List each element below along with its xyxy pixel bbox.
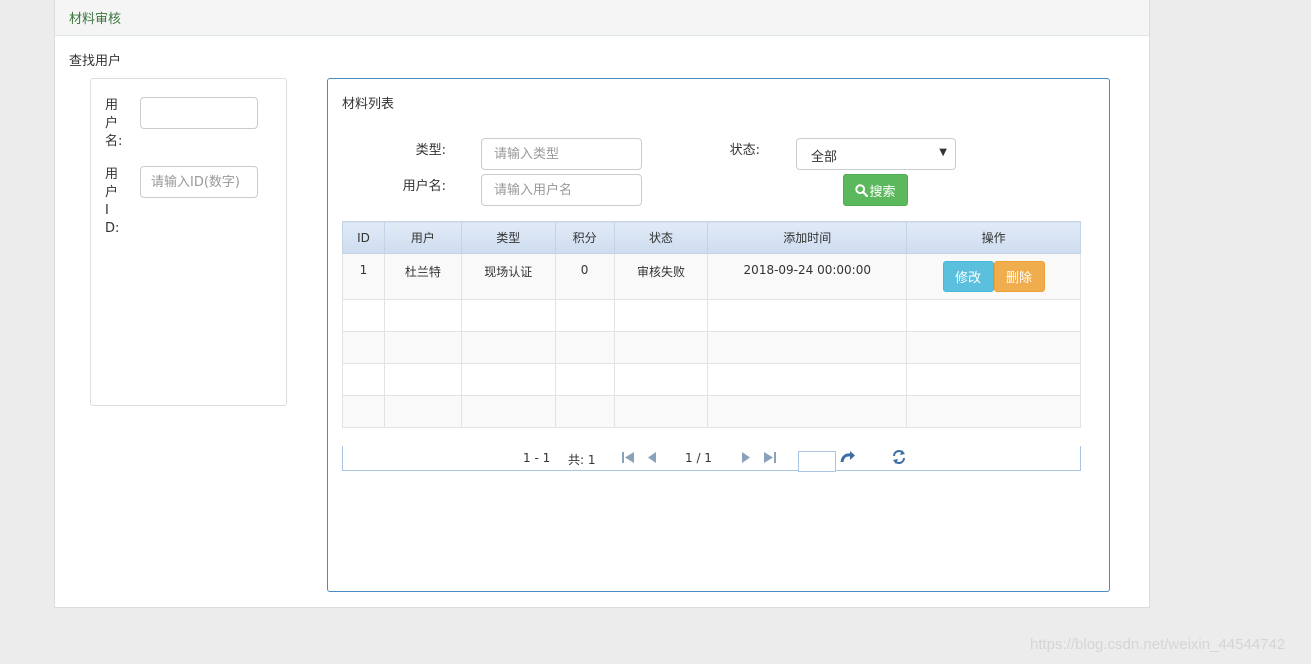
pager: 1 - 1 共: 1 1 / 1 bbox=[342, 446, 1081, 472]
go-page-icon[interactable] bbox=[840, 450, 856, 465]
user-input[interactable] bbox=[481, 174, 642, 206]
cell-id: 1 bbox=[342, 253, 385, 300]
userid-label: 用户ID: bbox=[105, 167, 120, 236]
col-header-time[interactable]: 添加时间 bbox=[707, 221, 908, 254]
username-input[interactable] bbox=[140, 97, 258, 129]
pager-total: 共: 1 bbox=[568, 453, 596, 467]
status-select-value: 全部 bbox=[811, 150, 838, 165]
search-icon bbox=[855, 183, 869, 197]
pager-range: 1 - 1 bbox=[523, 451, 551, 465]
prev-page-icon[interactable] bbox=[647, 451, 657, 464]
table-row[interactable]: 1 杜兰特 现场认证 0 审核失败 2018-09-24 00:00:00 修改… bbox=[342, 253, 1081, 300]
col-header-user[interactable]: 用户 bbox=[383, 221, 462, 254]
delete-button[interactable]: 删除 bbox=[993, 261, 1045, 292]
userid-input[interactable] bbox=[140, 166, 258, 198]
refresh-icon[interactable] bbox=[891, 449, 907, 465]
empty-row bbox=[342, 363, 1081, 396]
last-page-icon[interactable] bbox=[763, 451, 777, 464]
status-label: 状态: bbox=[729, 143, 760, 158]
status-select[interactable]: 全部 ▼ bbox=[796, 138, 956, 170]
type-input[interactable] bbox=[481, 138, 642, 170]
cell-status: 审核失败 bbox=[613, 253, 709, 300]
col-header-status[interactable]: 状态 bbox=[613, 221, 709, 254]
type-label: 类型: bbox=[415, 143, 446, 158]
col-header-actions[interactable]: 操作 bbox=[906, 221, 1081, 254]
pager-page: 1 / 1 bbox=[685, 451, 712, 465]
edit-button[interactable]: 修改 bbox=[942, 261, 994, 292]
search-button[interactable]: 搜索 bbox=[843, 174, 908, 206]
col-header-type[interactable]: 类型 bbox=[460, 221, 556, 254]
col-header-id[interactable]: ID bbox=[342, 221, 385, 254]
cell-actions: 修改 删除 bbox=[906, 253, 1081, 300]
username-row: 用户名: bbox=[105, 97, 123, 151]
empty-row bbox=[342, 395, 1081, 428]
search-button-label: 搜索 bbox=[869, 184, 896, 200]
userid-row: 用户ID: bbox=[105, 166, 121, 238]
cell-points: 0 bbox=[554, 253, 615, 300]
page-panel: 材料审核 查找用户 用户名: 用户ID: 材料列表 类型: 用户名: 状态: 全… bbox=[54, 0, 1150, 608]
page-header: 材料审核 bbox=[55, 0, 1149, 36]
empty-row bbox=[342, 299, 1081, 332]
username-label: 用户名: bbox=[105, 98, 123, 149]
next-page-icon[interactable] bbox=[741, 451, 751, 464]
caret-down-icon: ▼ bbox=[939, 147, 947, 158]
material-table: ID 用户 类型 积分 状态 添加时间 操作 1 杜兰特 现场认证 0 审核失败… bbox=[342, 221, 1081, 428]
user-label: 用户名: bbox=[402, 179, 446, 194]
watermark: https://blog.csdn.net/weixin_44544742 bbox=[1030, 636, 1286, 653]
cell-type: 现场认证 bbox=[460, 253, 556, 300]
first-page-icon[interactable] bbox=[621, 451, 635, 464]
table-header-row: ID 用户 类型 积分 状态 添加时间 操作 bbox=[342, 221, 1081, 254]
material-list-title: 材料列表 bbox=[342, 97, 395, 112]
material-list-box: 材料列表 类型: 用户名: 状态: 全部 ▼ 搜索 ID 用户 bbox=[327, 78, 1110, 592]
cell-user: 杜兰特 bbox=[383, 253, 462, 300]
section-title-find-user: 查找用户 bbox=[69, 54, 122, 69]
cell-time: 2018-09-24 00:00:00 bbox=[707, 253, 908, 300]
user-filter-box: 用户名: 用户ID: bbox=[90, 78, 287, 406]
empty-row bbox=[342, 331, 1081, 364]
col-header-points[interactable]: 积分 bbox=[554, 221, 615, 254]
page-number-input[interactable] bbox=[798, 451, 836, 472]
page-title: 材料审核 bbox=[69, 12, 122, 27]
